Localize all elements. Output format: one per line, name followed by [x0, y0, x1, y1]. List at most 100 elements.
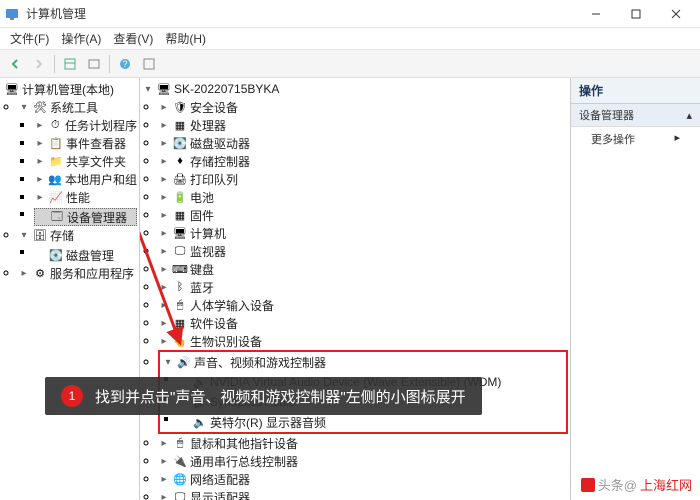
close-button[interactable]	[656, 0, 696, 28]
device-audio-item[interactable]: 🔈英特尔(R) 显示器音频	[178, 413, 564, 431]
expand-icon[interactable]: ▸	[158, 318, 170, 329]
watermark-icon	[581, 478, 595, 492]
actions-pane: 操作 设备管理器 ▴ 更多操作 ▸	[570, 78, 700, 500]
computer-icon: 🖥	[4, 81, 20, 97]
menu-help[interactable]: 帮助(H)	[159, 28, 212, 49]
expand-icon[interactable]: ▸	[158, 282, 170, 293]
tree-shared-folders[interactable]: ▸📁共享文件夹	[34, 152, 137, 170]
show-button[interactable]	[59, 53, 81, 75]
menu-view[interactable]: 查看(V)	[107, 28, 159, 49]
device-category[interactable]: ▸⌨键盘	[158, 260, 568, 278]
expand-icon[interactable]: ▸	[158, 492, 170, 500]
help-button[interactable]: ?	[114, 53, 136, 75]
collapse-icon[interactable]: ▾	[18, 230, 30, 241]
expand-icon[interactable]: ▸	[34, 174, 46, 185]
annotation-callout: 1 找到并点击"声音、视频和游戏控制器"左侧的小图标展开	[45, 377, 482, 415]
minimize-button[interactable]	[576, 0, 616, 28]
expand-icon[interactable]: ▸	[158, 192, 170, 203]
device-category[interactable]: ▸▦固件	[158, 206, 568, 224]
expand-icon[interactable]: ▸	[158, 456, 170, 467]
toolbar: ?	[0, 50, 700, 78]
device-category[interactable]: ▸👆生物识别设备	[158, 332, 568, 350]
expand-icon[interactable]: ▸	[158, 120, 170, 131]
device-icon: 🔋	[172, 189, 188, 205]
collapse-icon[interactable]: ▾	[18, 102, 30, 113]
expand-icon[interactable]: ▸	[34, 156, 46, 167]
expand-icon[interactable]: ▸	[158, 102, 170, 113]
speaker-icon: 🔈	[192, 414, 208, 430]
device-category[interactable]: ▸▦软件设备	[158, 314, 568, 332]
refresh-button[interactable]	[138, 53, 160, 75]
tree-root-computer-management[interactable]: 🖥 计算机管理(本地)	[2, 80, 137, 98]
device-icon: 🌐	[172, 471, 188, 487]
device-icon: 👆	[172, 333, 188, 349]
expand-icon[interactable]: ▸	[158, 438, 170, 449]
device-category[interactable]: ▸🖵显示适配器	[158, 488, 568, 500]
maximize-button[interactable]	[616, 0, 656, 28]
window-title: 计算机管理	[26, 5, 576, 22]
users-icon: 👥	[48, 171, 63, 187]
actions-more[interactable]: 更多操作 ▸	[571, 127, 700, 151]
device-audio-controller[interactable]: ▾🔊声音、视频和游戏控制器	[162, 353, 564, 371]
expand-icon[interactable]: ▸	[34, 120, 46, 131]
device-category[interactable]: ▸🖥计算机	[158, 224, 568, 242]
expand-icon[interactable]: ▸	[158, 474, 170, 485]
device-root[interactable]: ▾ 🖥 SK-20220715BYKA	[142, 80, 568, 98]
audio-icon: 🔊	[176, 354, 192, 370]
annotation-badge: 1	[61, 385, 83, 407]
device-category[interactable]: ▸🖵监视器	[158, 242, 568, 260]
device-category[interactable]: ▸▦处理器	[158, 116, 568, 134]
expand-icon[interactable]: ▸	[18, 268, 30, 279]
device-manager-icon: 🗔	[49, 209, 65, 225]
device-icon: 🖵	[172, 489, 188, 500]
expand-icon[interactable]: ▸	[158, 228, 170, 239]
expand-icon[interactable]: ▸	[158, 174, 170, 185]
event-icon: 📋	[48, 135, 64, 151]
menubar: 文件(F) 操作(A) 查看(V) 帮助(H)	[0, 28, 700, 50]
expand-icon[interactable]: ▸	[158, 156, 170, 167]
tree-system-tools[interactable]: ▾ 🛠 系统工具	[18, 98, 137, 116]
device-icon: 🖱	[172, 435, 188, 451]
device-icon: ▦	[172, 207, 188, 223]
menu-file[interactable]: 文件(F)	[4, 28, 55, 49]
details-button[interactable]	[83, 53, 105, 75]
device-icon: ᛒ	[172, 279, 188, 295]
device-category[interactable]: ▸♦存储控制器	[158, 152, 568, 170]
expand-icon[interactable]: ▸	[34, 192, 46, 203]
device-category[interactable]: ▸🔌通用串行总线控制器	[158, 452, 568, 470]
expand-icon[interactable]: ▸	[158, 210, 170, 221]
device-icon: 🖱	[172, 297, 188, 313]
back-button[interactable]	[4, 53, 26, 75]
expand-icon[interactable]: ▸	[158, 336, 170, 347]
actions-sub[interactable]: 设备管理器 ▴	[571, 104, 700, 127]
tree-local-users[interactable]: ▸👥本地用户和组	[34, 170, 137, 188]
collapse-icon[interactable]: ▾	[162, 357, 174, 368]
expand-icon[interactable]: ▸	[34, 138, 46, 149]
tree-device-manager[interactable]: 🗔设备管理器	[34, 208, 137, 226]
menu-action[interactable]: 操作(A)	[55, 28, 107, 49]
watermark: 头条@上海红网	[581, 475, 692, 494]
device-category[interactable]: ▸🛡安全设备	[158, 98, 568, 116]
device-category[interactable]: ▸ᛒ蓝牙	[158, 278, 568, 296]
tree-event-viewer[interactable]: ▸📋事件查看器	[34, 134, 137, 152]
expand-icon[interactable]: ▸	[158, 300, 170, 311]
device-category[interactable]: ▸🖨打印队列	[158, 170, 568, 188]
storage-icon: 🗄	[32, 227, 48, 243]
device-category[interactable]: ▸🌐网络适配器	[158, 470, 568, 488]
tree-disk-management[interactable]: 💽磁盘管理	[34, 246, 137, 264]
collapse-icon[interactable]: ▾	[142, 84, 154, 95]
device-category[interactable]: ▸🖱人体学输入设备	[158, 296, 568, 314]
forward-button[interactable]	[28, 53, 50, 75]
expand-icon[interactable]: ▸	[158, 264, 170, 275]
device-category[interactable]: ▸💽磁盘驱动器	[158, 134, 568, 152]
tree-task-scheduler[interactable]: ▸⏱任务计划程序	[34, 116, 137, 134]
chevron-right-icon: ▸	[674, 131, 680, 144]
tree-performance[interactable]: ▸📈性能	[34, 188, 137, 206]
device-category[interactable]: ▸🖱鼠标和其他指针设备	[158, 434, 568, 452]
tree-services[interactable]: ▸ ⚙ 服务和应用程序	[18, 264, 137, 282]
tree-storage[interactable]: ▾ 🗄 存储	[18, 226, 137, 244]
expand-icon[interactable]: ▸	[158, 138, 170, 149]
expand-icon[interactable]: ▸	[158, 246, 170, 257]
chevron-up-icon[interactable]: ▴	[686, 109, 692, 122]
device-category[interactable]: ▸🔋电池	[158, 188, 568, 206]
